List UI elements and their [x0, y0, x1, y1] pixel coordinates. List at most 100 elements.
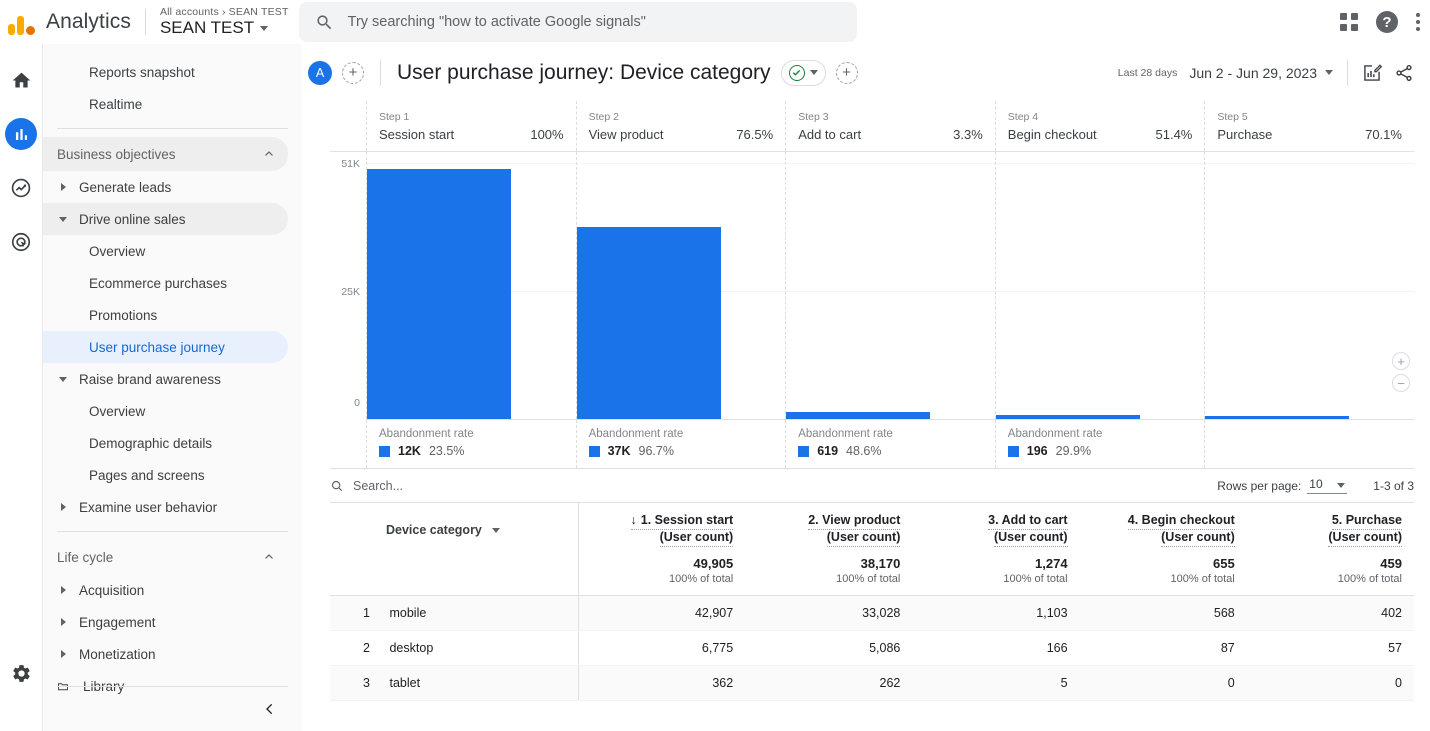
table-search-input[interactable]: Search...	[330, 479, 403, 493]
search-input[interactable]: Try searching "how to activate Google si…	[298, 2, 857, 42]
funnel-bar[interactable]	[367, 169, 511, 419]
totals-cell: 38,170 100% of total	[745, 547, 913, 596]
avatar[interactable]: A	[308, 60, 332, 85]
row-label[interactable]: tablet	[389, 676, 420, 690]
account-name[interactable]: SEAN TEST	[160, 18, 289, 38]
sidebar-item-label: Generate leads	[79, 179, 172, 195]
totals-subtext: 100% of total	[836, 573, 901, 585]
status-badge[interactable]	[780, 59, 826, 86]
funnel-step-header[interactable]: Step 1 Session start 100%	[366, 101, 576, 151]
sidebar-item-brand-overview[interactable]: Overview	[43, 395, 288, 427]
rail-item-settings[interactable]	[5, 657, 37, 689]
table-header-metric[interactable]: 5. Purchase (User count)	[1247, 503, 1414, 547]
table-header-metric[interactable]: 4. Begin checkout (User count)	[1080, 503, 1247, 547]
legend-swatch-icon	[1007, 445, 1019, 457]
chevron-down-icon	[1325, 70, 1333, 75]
funnel-bar[interactable]	[995, 415, 1140, 419]
sidebar-item-realtime[interactable]: Realtime	[43, 88, 288, 120]
table-header-metric[interactable]: ↓ 1. Session start (User count)	[577, 503, 746, 547]
sidebar-item-raise-brand-awareness[interactable]: Raise brand awareness	[43, 363, 288, 395]
sidebar-item-reports-snapshot[interactable]: Reports snapshot	[43, 56, 288, 88]
funnel-bar[interactable]	[576, 227, 721, 419]
more-vert-icon[interactable]	[1416, 13, 1420, 31]
sidebar-item-promotions[interactable]: Promotions	[43, 299, 288, 331]
abandonment-cell: Abandonment rate 196 29.9%	[994, 420, 1205, 468]
page-header: A + User purchase journey: Device catego…	[302, 44, 1430, 101]
sidebar-item-monetization[interactable]: Monetization	[43, 638, 288, 670]
funnel-bar-cell[interactable]	[785, 152, 995, 419]
expand-arrow-icon	[57, 586, 69, 594]
collapse-sidebar-button[interactable]	[43, 687, 302, 731]
table-header-metric[interactable]: 3. Add to cart (User count)	[912, 503, 1079, 547]
page-title: User purchase journey: Device category	[397, 60, 771, 84]
funnel-step-header[interactable]: Step 5 Purchase 70.1%	[1204, 101, 1414, 151]
sidebar-section-business-objectives[interactable]: Business objectives	[43, 137, 288, 171]
add-comparison-button[interactable]: +	[342, 61, 364, 84]
help-icon[interactable]: ?	[1376, 11, 1398, 33]
zoom-out-icon[interactable]: −	[1392, 374, 1410, 392]
rail-item-explore[interactable]	[5, 172, 37, 204]
rows-per-page-select[interactable]: 10	[1307, 477, 1348, 494]
totals-value: 38,170	[860, 556, 901, 571]
chevron-down-icon	[809, 70, 818, 75]
sidebar-item-acquisition[interactable]: Acquisition	[43, 574, 288, 606]
abandonment-cell: Abandonment rate 619 48.6%	[785, 420, 995, 468]
date-range-picker[interactable]: Jun 2 - Jun 29, 2023	[1189, 65, 1333, 81]
sidebar-item-generate-leads[interactable]: Generate leads	[43, 171, 288, 203]
funnel-bar-cell[interactable]	[575, 152, 786, 419]
abandonment-label: Abandonment rate	[379, 428, 474, 440]
sidebar-item-ecommerce-purchases[interactable]: Ecommerce purchases	[43, 267, 288, 299]
row-label[interactable]: desktop	[389, 641, 433, 655]
table-header-metric[interactable]: 2. View product (User count)	[745, 503, 912, 547]
breadcrumb-all-accounts[interactable]: All accounts	[160, 6, 219, 18]
totals-subtext: 100% of total	[1337, 573, 1402, 585]
sidebar-item-drive-overview[interactable]: Overview	[43, 235, 288, 267]
funnel-step-header[interactable]: Step 4 Begin checkout 51.4%	[994, 101, 1205, 151]
funnel-step-header[interactable]: Step 2 View product 76.5%	[575, 101, 786, 151]
zoom-in-icon[interactable]: +	[1392, 352, 1410, 370]
apps-grid-icon[interactable]	[1340, 13, 1358, 31]
abandonment-label: Abandonment rate	[798, 428, 893, 440]
sidebar-section-life-cycle[interactable]: Life cycle	[43, 540, 288, 574]
main-content: A + User purchase journey: Device catego…	[302, 44, 1430, 731]
metric-title: 2. View product	[808, 513, 901, 530]
page-header-actions: Last 28 days Jun 2 - Jun 29, 2023	[1118, 59, 1414, 86]
funnel-bar[interactable]	[786, 412, 931, 419]
funnel-bar-cell[interactable]	[366, 152, 576, 419]
row-label[interactable]: mobile	[389, 606, 426, 620]
add-segment-button[interactable]: +	[835, 61, 858, 84]
metric-sub: (User count)	[659, 530, 734, 547]
totals-cell: 655 100% of total	[1079, 547, 1247, 596]
sidebar-item-demographic-details[interactable]: Demographic details	[43, 427, 288, 459]
funnel-bar-cell[interactable]	[1204, 152, 1414, 419]
sidebar-item-engagement[interactable]: Engagement	[43, 606, 288, 638]
table-row[interactable]: 2 desktop 6,775 5,086 166 87 57	[330, 630, 1414, 666]
account-switcher[interactable]: All accounts › SEAN TEST SEAN TEST	[160, 6, 289, 38]
gear-icon	[12, 664, 30, 682]
sidebar: Reports snapshot Realtime Business objec…	[43, 44, 302, 731]
rail-item-reports[interactable]	[5, 118, 37, 150]
table-header-dimension[interactable]: Device category	[330, 503, 578, 547]
share-icon[interactable]	[1394, 63, 1414, 83]
sidebar-item-pages-and-screens[interactable]: Pages and screens	[43, 459, 288, 491]
funnel-bar-cell[interactable]	[994, 152, 1205, 419]
funnel-step-header[interactable]: Step 3 Add to cart 3.3%	[785, 101, 995, 151]
sidebar-item-user-purchase-journey[interactable]: User purchase journey	[43, 331, 288, 363]
rail-item-advertising[interactable]	[5, 226, 37, 258]
breadcrumb-separator: ›	[221, 6, 226, 18]
rail-item-home[interactable]	[5, 64, 37, 96]
divider	[144, 9, 146, 35]
row-value: 5	[912, 665, 1080, 701]
row-value: 568	[1079, 595, 1247, 631]
table-row[interactable]: 1 mobile 42,907 33,028 1,103 568 402	[330, 595, 1414, 631]
sidebar-item-drive-online-sales[interactable]: Drive online sales	[43, 203, 288, 235]
table-row[interactable]: 3 tablet 362 262 5 0 0	[330, 665, 1414, 701]
sidebar-item-examine-user-behavior[interactable]: Examine user behavior	[43, 491, 288, 523]
breadcrumb-account[interactable]: SEAN TEST	[229, 6, 289, 18]
rows-per-page[interactable]: Rows per page: 10	[1217, 477, 1348, 494]
funnel-bar[interactable]	[1205, 416, 1350, 419]
edit-chart-icon[interactable]	[1362, 63, 1382, 83]
top-bar: Analytics All accounts › SEAN TEST SEAN TE…	[0, 0, 1430, 44]
sidebar-item-label: Demographic details	[89, 435, 213, 451]
search-placeholder: Try searching "how to activate Google si…	[347, 14, 646, 30]
